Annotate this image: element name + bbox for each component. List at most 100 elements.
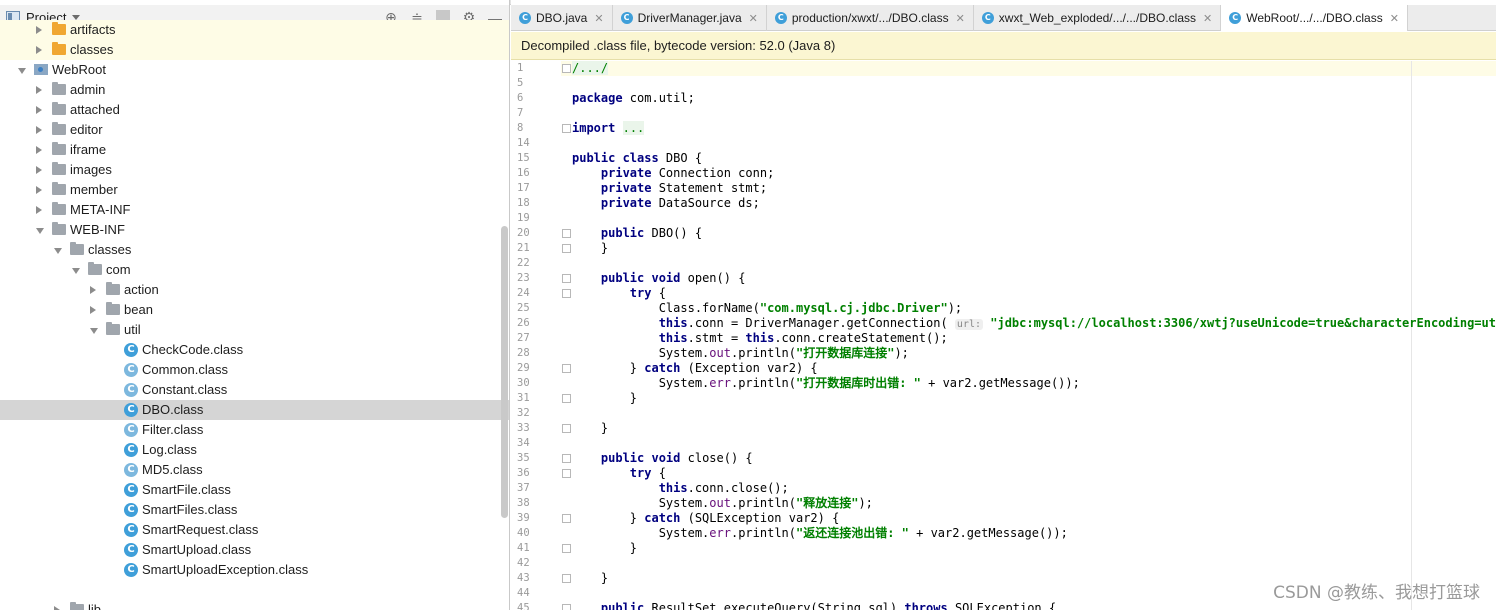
code-line[interactable]: } [572, 391, 637, 406]
tree-row[interactable]: C MD5.class [0, 460, 509, 480]
tree-row[interactable]: C SmartFile.class [0, 480, 509, 500]
editor-tab[interactable]: C DBO.java ✕ [511, 5, 613, 31]
tree-row[interactable]: C Log.class [0, 440, 509, 460]
code-line[interactable]: this.conn.close(); [572, 481, 789, 496]
code-line[interactable]: System.err.println("返还连接池出错: " + var2.ge… [572, 526, 1068, 541]
code-line[interactable]: System.out.println("释放连接"); [572, 496, 873, 511]
chevron-down-icon[interactable] [72, 14, 81, 20]
code-line[interactable]: this.stmt = this.conn.createStatement(); [572, 331, 948, 346]
tree-row[interactable]: com [0, 260, 509, 280]
chevron-down-icon[interactable] [72, 268, 80, 274]
editor-tab[interactable]: C DriverManager.java ✕ [613, 5, 767, 31]
tree-row[interactable]: C Filter.class [0, 420, 509, 440]
tree-row[interactable]: WebRoot [0, 60, 509, 80]
tree-item-label: util [124, 322, 141, 337]
tree-row[interactable]: member [0, 180, 509, 200]
editor-tab[interactable]: Cxwxt_Web_exploded/.../.../DBO.class ✕ [974, 5, 1222, 31]
tree-row[interactable]: C SmartUploadException.class [0, 560, 509, 580]
chevron-right-icon[interactable] [36, 166, 42, 174]
folder-icon [88, 262, 102, 275]
code-line[interactable]: } [572, 571, 608, 586]
tree-scrollbar[interactable] [501, 226, 508, 518]
tree-row[interactable]: editor [0, 120, 509, 140]
chevron-down-icon[interactable] [54, 248, 62, 254]
tree-row[interactable]: classes [0, 240, 509, 260]
tree-row[interactable]: C CheckCode.class [0, 340, 509, 360]
chevron-right-icon[interactable] [90, 306, 96, 314]
tree-row[interactable]: classes [0, 40, 509, 60]
code-line[interactable]: } [572, 541, 637, 556]
code-line[interactable]: this.conn = DriverManager.getConnection(… [572, 316, 1496, 331]
code-line[interactable]: System.err.println("打开数据库时出错: " + var2.g… [572, 376, 1080, 391]
code-line[interactable]: public void open() { [572, 271, 746, 286]
tree-row[interactable]: C SmartRequest.class [0, 520, 509, 540]
tree-item-label: META-INF [70, 202, 131, 217]
close-icon[interactable]: ✕ [956, 12, 965, 25]
tree-row[interactable]: META-INF [0, 200, 509, 220]
code-line[interactable]: private DataSource ds; [572, 196, 760, 211]
tree-item-label: SmartFiles.class [142, 502, 238, 517]
chevron-down-icon[interactable] [18, 68, 26, 74]
line-number: 7 [517, 107, 524, 119]
tree-row[interactable]: bean [0, 300, 509, 320]
code-line[interactable]: Class.forName("com.mysql.cj.jdbc.Driver"… [572, 301, 962, 316]
code-line[interactable]: /.../ [572, 61, 609, 76]
chevron-right-icon[interactable] [36, 186, 42, 194]
tree-row[interactable]: iframe [0, 140, 509, 160]
chevron-right-icon[interactable] [36, 126, 42, 134]
editor-pane: C DBO.java ✕ C DriverManager.java ✕ Cproductio… [511, 0, 1496, 610]
code-area[interactable]: /.../ package com.util; import ... public c… [561, 61, 1496, 610]
code-line[interactable]: try { [572, 466, 666, 481]
chevron-right-icon[interactable] [36, 106, 42, 114]
code-line[interactable]: package com.util; [572, 91, 695, 106]
code-line[interactable]: import ... [572, 121, 645, 136]
code-line[interactable]: } [572, 241, 608, 256]
chevron-right-icon[interactable] [36, 206, 42, 214]
code-line[interactable]: public void close() { [572, 451, 753, 466]
close-icon[interactable]: ✕ [1390, 12, 1399, 25]
tree-row[interactable]: artifacts [0, 20, 509, 40]
tree-row[interactable]: images [0, 160, 509, 180]
tree-row[interactable]: C DBO.class [0, 400, 509, 420]
line-number: 35 [517, 452, 530, 464]
chevron-right-icon[interactable] [36, 26, 42, 34]
tree-row[interactable]: admin [0, 80, 509, 100]
code-line[interactable]: } catch (SQLException var2) { [572, 511, 840, 526]
tree-row[interactable]: C SmartFiles.class [0, 500, 509, 520]
chevron-down-icon[interactable] [36, 228, 44, 234]
line-gutter: 1 5 6 7 8 14 15 16 17 18 19 20 21 22 23 24 25 26 27 28 29 30 3… [511, 61, 571, 610]
tree-item-label: Filter.class [142, 422, 204, 437]
chevron-down-icon[interactable] [90, 328, 98, 334]
tree-row[interactable]: util [0, 320, 509, 340]
line-number: 33 [517, 422, 530, 434]
chevron-right-icon[interactable] [54, 606, 60, 610]
editor-tab[interactable]: Cproduction/xwxt/.../DBO.class ✕ [767, 5, 974, 31]
tree-row[interactable]: C SmartUpload.class [0, 540, 509, 560]
code-line[interactable]: } [572, 421, 608, 436]
code-line[interactable]: System.out.println("打开数据库连接"); [572, 346, 909, 361]
code-line[interactable]: private Statement stmt; [572, 181, 767, 196]
tree-item-label: SmartRequest.class [142, 522, 259, 537]
tree-row[interactable]: lib [0, 600, 509, 610]
close-icon[interactable]: ✕ [1203, 12, 1212, 25]
close-icon[interactable]: ✕ [594, 12, 603, 25]
code-line[interactable]: public DBO() { [572, 226, 702, 241]
editor-tab[interactable]: C WebRoot/.../.../DBO.class ✕ [1221, 5, 1408, 31]
tree-row[interactable]: C Constant.class [0, 380, 509, 400]
folder-icon [106, 282, 120, 295]
chevron-right-icon[interactable] [36, 46, 42, 54]
tree-row[interactable]: attached [0, 100, 509, 120]
tree-row[interactable] [0, 580, 509, 600]
close-icon[interactable]: ✕ [749, 12, 758, 25]
chevron-right-icon[interactable] [36, 86, 42, 94]
code-line[interactable]: try { [572, 286, 666, 301]
code-line[interactable]: } catch (Exception var2) { [572, 361, 818, 376]
chevron-right-icon[interactable] [90, 286, 96, 294]
tree-row[interactable]: action [0, 280, 509, 300]
tree-row[interactable]: WEB-INF [0, 220, 509, 240]
code-line[interactable]: public class DBO { [572, 151, 702, 166]
code-line[interactable]: private Connection conn; [572, 166, 774, 181]
chevron-right-icon[interactable] [36, 146, 42, 154]
tree-row[interactable]: C Common.class [0, 360, 509, 380]
code-line[interactable]: public ResultSet executeQuery(String sql… [572, 601, 1056, 610]
